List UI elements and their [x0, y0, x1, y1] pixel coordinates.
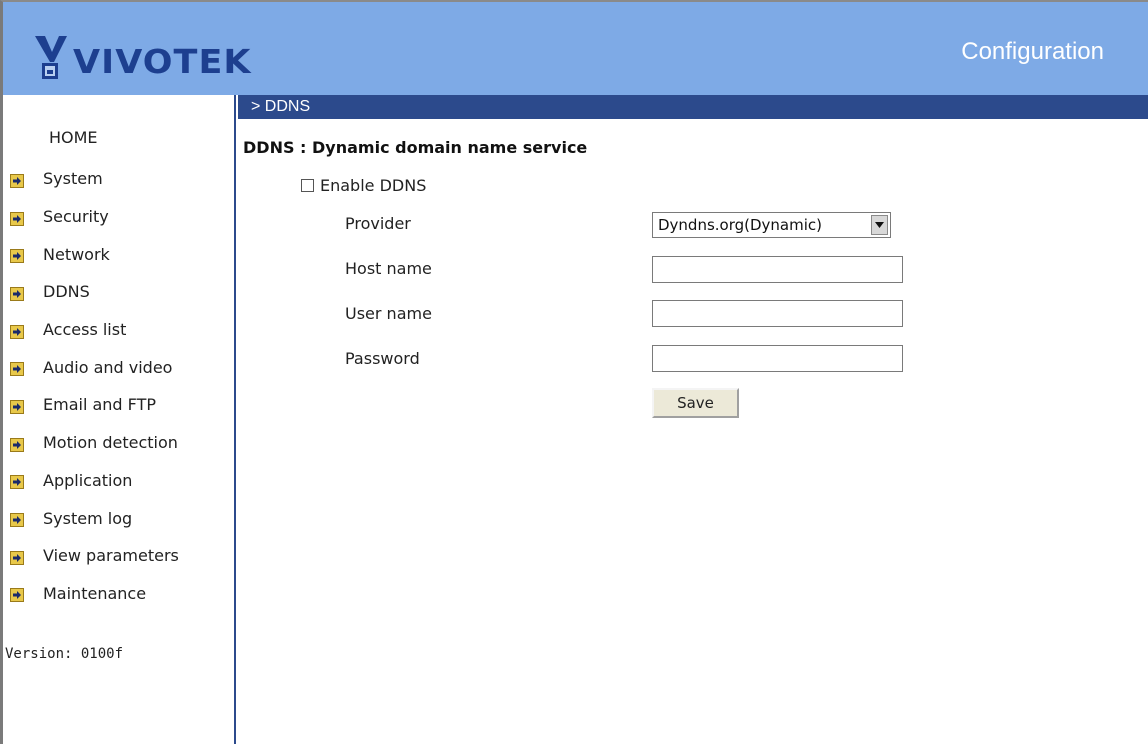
arrow-icon — [10, 249, 24, 264]
chevron-down-icon[interactable] — [871, 215, 888, 235]
sidebar-item-system[interactable]: System — [10, 160, 179, 198]
sidebar-item-application[interactable]: Application — [10, 462, 179, 500]
arrow-icon — [10, 437, 24, 452]
sidebar-item-access-list[interactable]: Access list — [10, 311, 179, 349]
sidebar-item-label: System — [43, 169, 103, 189]
provider-label: Provider — [345, 214, 411, 233]
arrow-icon — [10, 399, 24, 414]
sidebar-item-maintenance[interactable]: Maintenance — [10, 575, 179, 613]
sidebar-item-home[interactable]: HOME — [49, 128, 98, 147]
sidebar-item-network[interactable]: Network — [10, 235, 179, 273]
arrow-icon — [10, 173, 24, 188]
arrow-icon — [10, 475, 24, 490]
provider-select-value: Dyndns.org(Dynamic) — [658, 216, 823, 234]
user-name-input[interactable] — [652, 300, 903, 327]
sidebar-item-label: System log — [43, 508, 133, 528]
password-input[interactable] — [652, 345, 903, 372]
header: VIVOTEK Configuration — [3, 2, 1148, 95]
sidebar-item-label: Maintenance — [43, 583, 147, 603]
sidebar-item-ddns[interactable]: DDNS — [10, 273, 179, 311]
breadcrumb: > DDNS — [238, 95, 1148, 119]
arrow-icon — [10, 362, 24, 377]
vivotek-logo: VIVOTEK — [33, 30, 251, 82]
arrow-icon — [10, 286, 24, 301]
sidebar-item-motion-detection[interactable]: Motion detection — [10, 424, 179, 462]
password-label: Password — [345, 349, 420, 368]
sidebar-item-label: View parameters — [43, 546, 179, 566]
version-text: Version: 0100f — [5, 646, 124, 662]
sidebar-item-label: Network — [43, 244, 110, 264]
sidebar-item-view-parameters[interactable]: View parameters — [10, 537, 179, 575]
arrow-icon — [10, 324, 24, 339]
sidebar-item-label: Access list — [43, 320, 127, 340]
arrow-icon — [10, 588, 24, 603]
user-name-label: User name — [345, 304, 432, 323]
arrow-icon — [10, 513, 24, 528]
enable-ddns-label: Enable DDNS — [320, 176, 427, 195]
host-name-label: Host name — [345, 259, 432, 278]
sidebar: HOME System Security Network DDNS Access… — [3, 95, 236, 744]
sidebar-item-system-log[interactable]: System log — [10, 499, 179, 537]
sidebar-item-email-and-ftp[interactable]: Email and FTP — [10, 386, 179, 424]
sidebar-item-label: Application — [43, 470, 133, 490]
arrow-icon — [10, 211, 24, 226]
sidebar-item-label: DDNS — [43, 282, 90, 302]
sidebar-item-security[interactable]: Security — [10, 198, 179, 236]
provider-select[interactable]: Dyndns.org(Dynamic) — [652, 212, 891, 238]
arrow-icon — [10, 550, 24, 565]
sidebar-item-label: Audio and video — [43, 357, 173, 377]
page-title: Configuration — [961, 38, 1104, 65]
brand-name: VIVOTEK — [73, 42, 252, 81]
logo-mark-icon — [35, 36, 67, 79]
sidebar-item-label: Security — [43, 207, 109, 227]
host-name-input[interactable] — [652, 256, 903, 283]
sidebar-nav: System Security Network DDNS Access list… — [10, 160, 179, 612]
enable-ddns-checkbox[interactable] — [301, 179, 314, 192]
sidebar-item-label: Email and FTP — [43, 395, 157, 415]
section-title: DDNS : Dynamic domain name service — [243, 138, 588, 157]
sidebar-item-label: Motion detection — [43, 433, 178, 453]
enable-ddns-row[interactable]: Enable DDNS — [301, 176, 426, 195]
sidebar-item-audio-and-video[interactable]: Audio and video — [10, 348, 179, 386]
save-button[interactable]: Save — [652, 388, 739, 418]
